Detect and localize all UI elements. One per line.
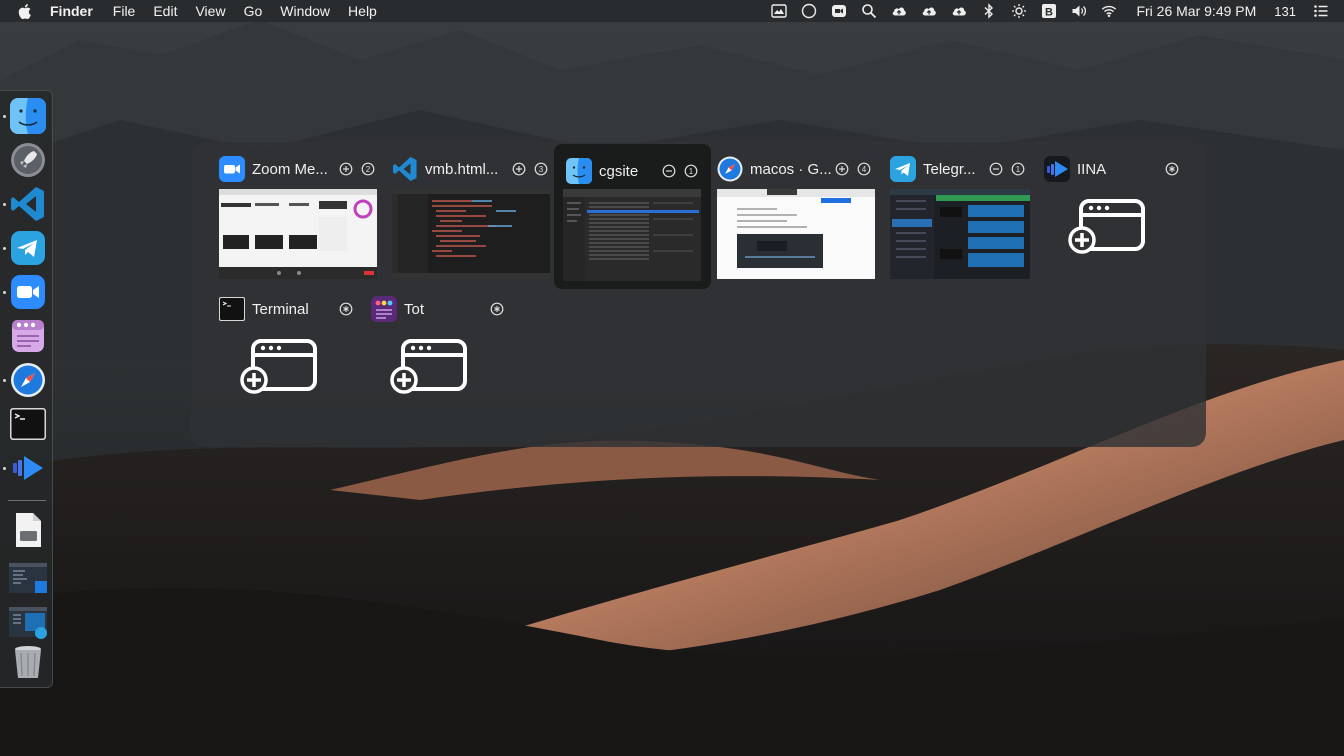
finder-icon[interactable] [9, 97, 47, 135]
running-indicator [3, 203, 6, 206]
window-thumbnail[interactable] [219, 189, 377, 279]
remove-window-icon[interactable] [989, 162, 1003, 176]
safari-icon [717, 156, 743, 182]
window-thumbnail[interactable] [392, 189, 550, 279]
menu-window[interactable]: Window [280, 3, 330, 19]
svg-text:4: 4 [862, 165, 867, 174]
brightness-icon[interactable] [1010, 3, 1028, 19]
circle-icon[interactable] [800, 3, 818, 19]
vscode-icon [392, 156, 418, 182]
window-switcher: Zoom Me... 2 vmb.html... 3 cgsite 1 maco… [191, 142, 1206, 447]
running-indicator [3, 247, 6, 250]
pin-window-icon[interactable] [490, 302, 504, 316]
window-title: macos · G... [750, 160, 832, 178]
cloud-upload-icon[interactable] [890, 3, 908, 19]
switcher-window-telegram[interactable]: Telegr... 1 [888, 142, 1048, 287]
vscode-icon[interactable] [9, 185, 47, 223]
add-window-icon[interactable] [835, 162, 849, 176]
dock [0, 90, 53, 688]
tot-icon[interactable] [9, 317, 47, 355]
menu-view[interactable]: View [195, 3, 225, 19]
bluetooth-icon[interactable] [980, 3, 998, 19]
window-title: cgsite [599, 162, 639, 180]
switcher-window-vscode[interactable]: vmb.html... 3 [390, 142, 550, 287]
launchpad-icon[interactable] [9, 141, 47, 179]
window-title: IINA [1077, 160, 1107, 178]
window-title: Terminal [252, 300, 309, 318]
shortcut-badge-icon[interactable]: 2 [361, 162, 375, 176]
window-thumbnail[interactable] [717, 189, 875, 279]
camera-icon[interactable] [830, 3, 848, 19]
menubar-clock[interactable]: Fri 26 Mar 9:49 PM [1136, 3, 1256, 19]
cloud-upload-icon[interactable] [920, 3, 938, 19]
menu-file[interactable]: File [113, 3, 136, 19]
svg-text:B: B [1045, 7, 1053, 19]
window-preview-icon[interactable] [9, 559, 47, 597]
new-window-icon[interactable] [239, 337, 317, 397]
dock-separator [8, 500, 46, 501]
switcher-window-finder[interactable]: cgsite 1 [554, 144, 711, 289]
svg-text:1: 1 [689, 167, 694, 176]
image-capture-icon[interactable] [770, 3, 788, 19]
window-title: Telegr... [923, 160, 976, 178]
cloud-upload-icon[interactable] [950, 3, 968, 19]
iina-icon[interactable] [9, 449, 47, 487]
window-title: Zoom Me... [252, 160, 328, 178]
shortcut-badge-icon[interactable]: 1 [1011, 162, 1025, 176]
terminal-icon [219, 296, 245, 322]
search-icon[interactable] [860, 3, 878, 19]
telegram-icon [890, 156, 916, 182]
running-indicator [3, 115, 6, 118]
finder-icon [566, 158, 592, 184]
pin-window-icon[interactable] [1165, 162, 1179, 176]
shortcut-badge-icon[interactable]: 1 [684, 164, 698, 178]
window-thumbnail[interactable] [563, 189, 701, 281]
tot-icon [371, 296, 397, 322]
shortcut-badge-icon[interactable]: 3 [534, 162, 548, 176]
running-indicator [3, 291, 6, 294]
switcher-window-iina[interactable]: IINA [1042, 142, 1202, 287]
add-window-icon[interactable] [512, 162, 526, 176]
svg-text:3: 3 [539, 165, 544, 174]
add-window-icon[interactable] [339, 162, 353, 176]
window-title: vmb.html... [425, 160, 499, 178]
shortcut-badge-icon[interactable]: 4 [857, 162, 871, 176]
switcher-window-tot[interactable]: Tot [369, 282, 529, 427]
document-icon[interactable] [9, 511, 47, 549]
menu-bar: Finder File Edit View Go Window Help B F… [0, 0, 1344, 22]
window-title: Tot [404, 300, 425, 318]
new-window-icon[interactable] [1067, 197, 1145, 257]
switcher-window-zoom[interactable]: Zoom Me... 2 [217, 142, 377, 287]
menu-app-finder[interactable]: Finder [50, 3, 93, 19]
switcher-window-safari[interactable]: macos · G... 4 [715, 142, 875, 287]
apple-menu-icon[interactable] [18, 3, 38, 20]
menu-go[interactable]: Go [244, 3, 263, 19]
telegram-icon[interactable] [9, 229, 47, 267]
menu-help[interactable]: Help [348, 3, 377, 19]
zoom-icon[interactable] [9, 273, 47, 311]
pin-window-icon[interactable] [339, 302, 353, 316]
safari-icon[interactable] [9, 361, 47, 399]
trash-icon[interactable] [9, 643, 47, 681]
window-preview-icon[interactable] [9, 603, 47, 641]
terminal-icon[interactable] [9, 405, 47, 443]
new-window-icon[interactable] [389, 337, 467, 397]
svg-text:2: 2 [366, 165, 371, 174]
menu-edit[interactable]: Edit [153, 3, 177, 19]
zoom-icon [219, 156, 245, 182]
b-icon[interactable]: B [1040, 3, 1058, 19]
switcher-window-terminal[interactable]: Terminal [217, 282, 377, 427]
running-indicator [3, 467, 6, 470]
menubar-counter[interactable]: 131 [1274, 4, 1296, 19]
window-thumbnail[interactable] [890, 189, 1030, 279]
wifi-icon[interactable] [1100, 3, 1118, 19]
iina-icon [1044, 156, 1070, 182]
svg-text:1: 1 [1016, 165, 1021, 174]
remove-window-icon[interactable] [662, 164, 676, 178]
running-indicator [3, 379, 6, 382]
volume-icon[interactable] [1070, 3, 1088, 19]
notification-center-icon[interactable] [1312, 3, 1330, 19]
